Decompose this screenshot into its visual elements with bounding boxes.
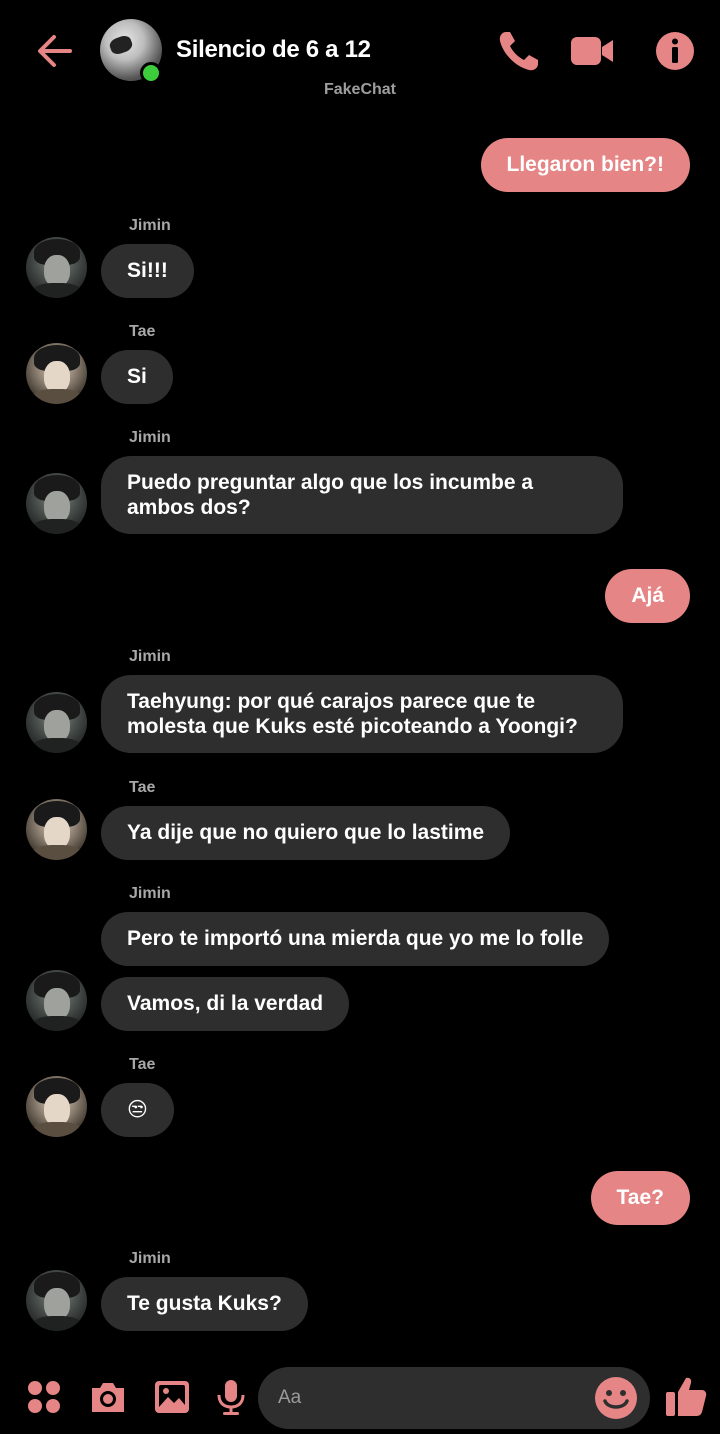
message-incoming[interactable]: Si bbox=[101, 350, 173, 404]
phone-icon[interactable] bbox=[496, 28, 542, 74]
avatar-jimin[interactable] bbox=[26, 692, 87, 753]
avatar-tae[interactable] bbox=[26, 1076, 87, 1137]
image-icon[interactable] bbox=[152, 1377, 192, 1417]
camera-icon[interactable] bbox=[88, 1377, 128, 1417]
message-incoming[interactable]: 😒 bbox=[101, 1083, 174, 1137]
chat-header: Silencio de 6 a 12 FakeChat bbox=[0, 0, 720, 110]
message-sender: Jimin bbox=[129, 217, 171, 234]
composer-bar: Aa bbox=[0, 1360, 720, 1434]
message-incoming[interactable]: Te gusta Kuks? bbox=[101, 1277, 308, 1331]
message-incoming[interactable]: Vamos, di la verdad bbox=[101, 977, 350, 1031]
message-sender: Jimin bbox=[129, 1250, 171, 1267]
message-incoming[interactable]: Si!!! bbox=[101, 244, 194, 298]
message-input[interactable]: Aa bbox=[258, 1367, 650, 1429]
avatar-jimin[interactable] bbox=[26, 1270, 87, 1331]
info-icon[interactable] bbox=[652, 28, 698, 74]
arrow-left-icon[interactable] bbox=[34, 30, 76, 72]
message-incoming[interactable]: Puedo preguntar algo que los incumbe a a… bbox=[101, 456, 623, 534]
message-sender: Jimin bbox=[129, 648, 171, 665]
video-camera-icon[interactable] bbox=[568, 28, 614, 74]
message-incoming[interactable]: Ya dije que no quiero que lo lastime bbox=[101, 806, 511, 860]
message-input-placeholder: Aa bbox=[278, 1387, 302, 1408]
thumbs-up-icon[interactable] bbox=[664, 1374, 708, 1418]
avatar-jimin[interactable] bbox=[26, 473, 87, 534]
message-outgoing[interactable]: Ajá bbox=[605, 569, 690, 623]
smiley-icon[interactable] bbox=[593, 1375, 639, 1421]
chat-title[interactable]: Silencio de 6 a 12 bbox=[176, 36, 371, 64]
message-incoming[interactable]: Pero te importó una mierda que yo me lo … bbox=[101, 912, 610, 966]
message-sender: Jimin bbox=[129, 429, 171, 446]
message-sender: Tae bbox=[129, 1056, 156, 1073]
message-sender: Tae bbox=[129, 779, 156, 796]
message-outgoing[interactable]: Tae? bbox=[590, 1171, 690, 1225]
avatar-tae[interactable] bbox=[26, 343, 87, 404]
message-sender: Tae bbox=[129, 323, 156, 340]
message-sender: Jimin bbox=[129, 885, 171, 902]
avatar-jimin[interactable] bbox=[26, 970, 87, 1031]
avatar-tae[interactable] bbox=[26, 799, 87, 860]
message-outgoing[interactable]: Llegaron bien?! bbox=[480, 138, 690, 192]
message-incoming[interactable]: Taehyung: por qué carajos parece que te … bbox=[101, 675, 623, 753]
four-dots-icon[interactable] bbox=[24, 1377, 64, 1417]
microphone-icon[interactable] bbox=[211, 1377, 251, 1417]
avatar-jimin[interactable] bbox=[26, 237, 87, 298]
chat-subtitle: FakeChat bbox=[323, 81, 397, 98]
